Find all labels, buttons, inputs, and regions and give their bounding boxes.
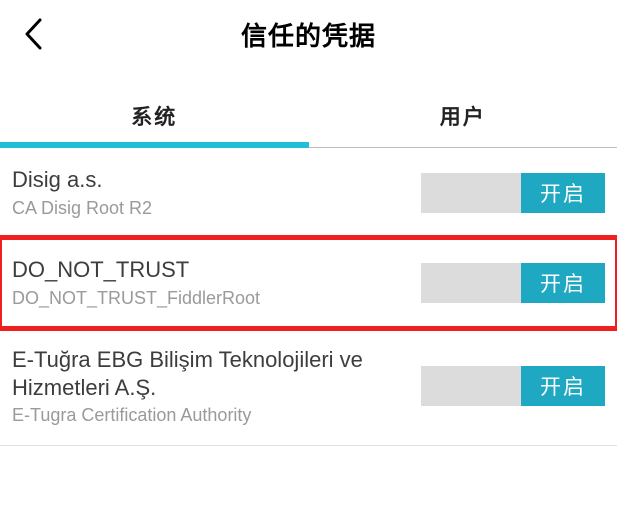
back-button[interactable] (22, 17, 44, 51)
certificate-text: Disig a.s. CA Disig Root R2 (12, 166, 421, 219)
certificate-row[interactable]: DO_NOT_TRUST DO_NOT_TRUST_FiddlerRoot 开启 (0, 238, 617, 328)
toggle-on-label: 开启 (521, 173, 605, 213)
enable-toggle[interactable]: 开启 (421, 366, 605, 406)
certificate-title: Disig a.s. (12, 166, 421, 194)
tabs: 系统 用户 (0, 84, 617, 148)
chevron-left-icon (22, 17, 44, 51)
tab-user[interactable]: 用户 (309, 84, 617, 147)
certificate-text: E-Tuğra EBG Bilişim Teknolojileri ve Hiz… (12, 346, 421, 427)
certificate-title: E-Tuğra EBG Bilişim Teknolojileri ve Hiz… (12, 346, 421, 401)
enable-toggle[interactable]: 开启 (421, 173, 605, 213)
certificate-subtitle: DO_NOT_TRUST_FiddlerRoot (12, 288, 421, 310)
certificate-list: Disig a.s. CA Disig Root R2 开启 DO_NOT_TR… (0, 148, 617, 446)
certificate-text: DO_NOT_TRUST DO_NOT_TRUST_FiddlerRoot (12, 256, 421, 309)
certificate-row[interactable]: Disig a.s. CA Disig Root R2 开启 (0, 148, 617, 238)
tab-label: 系统 (131, 101, 177, 131)
enable-toggle[interactable]: 开启 (421, 263, 605, 303)
tab-label: 用户 (440, 101, 486, 131)
header: 信任的凭据 (0, 0, 617, 68)
certificate-subtitle: E-Tugra Certification Authority (12, 405, 421, 427)
certificate-row[interactable]: E-Tuğra EBG Bilişim Teknolojileri ve Hiz… (0, 328, 617, 446)
toggle-on-label: 开启 (521, 366, 605, 406)
tab-system[interactable]: 系统 (0, 84, 309, 147)
certificate-title: DO_NOT_TRUST (12, 256, 421, 284)
toggle-on-label: 开启 (521, 263, 605, 303)
certificate-subtitle: CA Disig Root R2 (12, 198, 421, 220)
page-title: 信任的凭据 (241, 16, 376, 53)
